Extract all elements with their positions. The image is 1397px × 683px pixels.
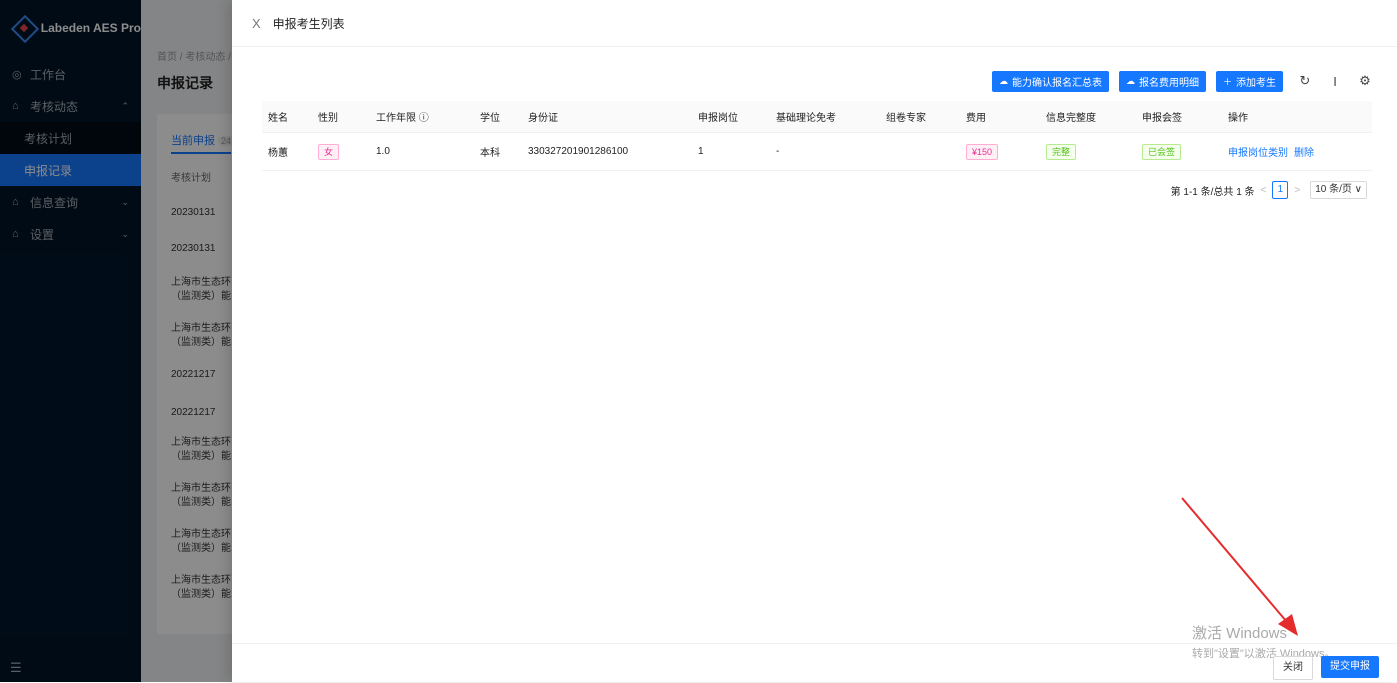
close-icon[interactable]: X [252, 16, 261, 31]
completeness-tag: 完整 [1046, 143, 1077, 160]
cell-signoff: 已会签 [1136, 132, 1222, 171]
cell-expert [880, 132, 960, 171]
cell-gender: 女 [312, 132, 370, 171]
toolbar: ☁ 能力确认报名汇总表 ☁ 报名费用明细 ＋ 添加考生 ↻ I ⚙ [982, 70, 1373, 92]
table-header-row: 姓名 性别 工作年限 ⓘ 学位 身份证 申报岗位 基础理论免考 组卷专家 费用 … [262, 101, 1372, 133]
gender-tag: 女 [318, 143, 340, 160]
cell-years: 1.0 [370, 132, 474, 171]
col-id-card: 身份证 [522, 101, 692, 133]
col-expert: 组卷专家 [880, 101, 960, 133]
edit-position-link[interactable]: 申报岗位类别 [1228, 148, 1288, 159]
col-completeness: 信息完整度 [1040, 101, 1136, 133]
fee-tag: ¥150 [966, 143, 999, 160]
add-candidate-button[interactable]: ＋ 添加考生 [1215, 70, 1283, 92]
page-number[interactable]: 1 [1272, 181, 1289, 199]
cell-position: 1 [692, 132, 770, 171]
col-fee: 费用 [960, 101, 1040, 133]
drawer: X 申报考生列表 ☁ 能力确认报名汇总表 ☁ 报名费用明细 ＋ 添加考生 ↻ I… [232, 0, 1397, 682]
delete-link[interactable]: 删除 [1294, 148, 1314, 159]
pagination: 第 1-1 条/总共 1 条 < 1 > 10 条/页 ∨ [1171, 181, 1367, 199]
page-size-select[interactable]: 10 条/页 ∨ [1310, 181, 1367, 199]
cloud-download-icon: ☁ [998, 75, 1008, 86]
col-position: 申报岗位 [692, 101, 770, 133]
col-degree: 学位 [474, 101, 522, 133]
col-name: 姓名 [262, 101, 312, 133]
col-exempt: 基础理论免考 [770, 101, 880, 133]
watermark-line1: 激活 Windows [1192, 625, 1288, 642]
cell-exempt: - [770, 132, 880, 171]
col-gender: 性别 [312, 101, 370, 133]
cell-degree: 本科 [474, 132, 522, 171]
col-years[interactable]: 工作年限 ⓘ [370, 101, 474, 133]
prev-page-icon[interactable]: < [1261, 185, 1267, 196]
cell-id-card: 330327201901286100 [522, 132, 692, 171]
button-label: 添加考生 [1236, 77, 1276, 89]
modal-mask[interactable] [0, 0, 232, 682]
cloud-download-icon: ☁ [1125, 75, 1135, 86]
col-actions: 操作 [1222, 101, 1372, 133]
candidates-table: 姓名 性别 工作年限 ⓘ 学位 身份证 申报岗位 基础理论免考 组卷专家 费用 … [262, 101, 1372, 171]
submit-declaration-button[interactable]: 提交申报 [1321, 656, 1379, 678]
close-button[interactable]: 关闭 [1273, 656, 1313, 680]
cell-fee: ¥150 [960, 132, 1040, 171]
drawer-title: 申报考生列表 [272, 16, 345, 31]
cell-actions: 申报岗位类别 删除 [1222, 132, 1372, 171]
plus-icon: ＋ [1222, 76, 1232, 87]
setting-icon[interactable]: ⚙ [1357, 73, 1373, 89]
signoff-tag: 已会签 [1142, 143, 1182, 160]
export-summary-button[interactable]: ☁ 能力确认报名汇总表 [991, 70, 1109, 92]
button-label: 能力确认报名汇总表 [1011, 77, 1102, 89]
pagination-summary: 第 1-1 条/总共 1 条 [1170, 186, 1255, 198]
next-page-icon[interactable]: > [1294, 185, 1300, 196]
arrow-shaft [1181, 497, 1293, 629]
reload-icon[interactable]: ↻ [1297, 73, 1313, 89]
cell-name: 杨蕙 [262, 132, 312, 171]
fee-detail-button[interactable]: ☁ 报名费用明细 [1118, 70, 1206, 92]
cell-completeness: 完整 [1040, 132, 1136, 171]
col-signoff: 申报会签 [1136, 101, 1222, 133]
column-height-icon[interactable]: I [1327, 74, 1343, 89]
table-row: 杨蕙 女 1.0 本科 330327201901286100 1 - ¥150 … [262, 132, 1372, 171]
drawer-header: X 申报考生列表 [232, 0, 1397, 47]
drawer-footer: 关闭 提交申报 [232, 643, 1397, 683]
button-label: 报名费用明细 [1138, 77, 1199, 89]
